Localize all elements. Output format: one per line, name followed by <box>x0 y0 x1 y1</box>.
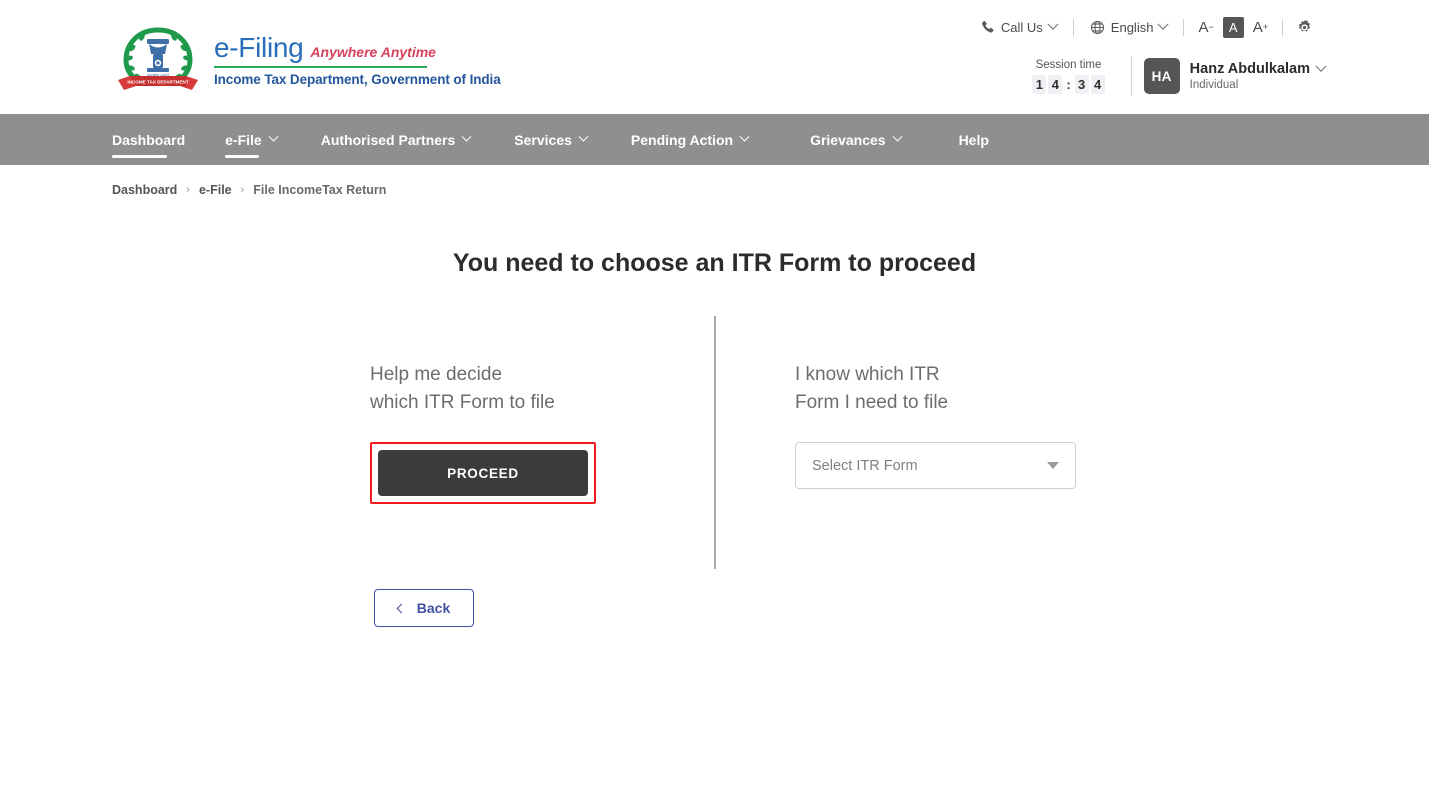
session-time-value: 1 4 : 3 4 <box>1032 74 1105 94</box>
font-normal-label: A <box>1228 19 1238 35</box>
svg-text:INCOME TAX DEPARTMENT: INCOME TAX DEPARTMENT <box>127 80 189 85</box>
chevron-down-icon <box>1047 462 1059 469</box>
itr-choice-section: Help me decide which ITR Form to file PR… <box>0 316 1429 571</box>
language-label: English <box>1110 19 1154 35</box>
breadcrumb: Dashboard › e-File › File IncomeTax Retu… <box>0 165 1429 197</box>
chevron-down-icon <box>578 131 589 142</box>
gear-icon <box>1296 19 1313 36</box>
call-us-label: Call Us <box>1000 19 1043 35</box>
site-logo[interactable]: सत्यमेव जयते INCOME TAX DEPARTMENT e-Fil… <box>112 22 501 94</box>
logo-wordmark: e-Filing Anywhere Anytime Income Tax Dep… <box>214 30 501 87</box>
session-time-label: Session time <box>1035 58 1102 71</box>
chevron-down-icon <box>1157 18 1170 30</box>
breadcrumb-separator: › <box>186 184 190 196</box>
footer-actions: Back <box>0 589 1429 627</box>
nav-label: e-File <box>225 131 262 148</box>
font-increase-label: A <box>1252 18 1263 36</box>
utility-divider <box>1072 18 1074 36</box>
font-normal-button[interactable]: A <box>1222 16 1244 38</box>
user-name: Hanz Abdulkalam <box>1189 61 1310 77</box>
nav-item-dashboard[interactable]: Dashboard <box>112 114 185 165</box>
utility-divider <box>1183 18 1185 36</box>
income-tax-department-emblem-icon: सत्यमेव जयते INCOME TAX DEPARTMENT <box>112 22 204 94</box>
breadcrumb-item-current: File IncomeTax Return <box>253 183 387 197</box>
chevron-down-icon <box>461 131 472 142</box>
chevron-down-icon <box>268 131 279 142</box>
nav-label: Pending Action <box>630 131 734 148</box>
nav-item-authorised-partners[interactable]: Authorised Partners <box>320 114 472 165</box>
know-my-itr-panel: I know which ITR Form I need to file Sel… <box>795 361 1076 489</box>
nav-item-e-file[interactable]: e-File <box>225 114 279 165</box>
chevron-down-icon <box>1047 18 1059 30</box>
page-header: सत्यमेव जयते INCOME TAX DEPARTMENT e-Fil… <box>0 0 1429 114</box>
header-utility-bar: Call Us English A − A A + <box>970 15 1321 39</box>
session-second-digit-1: 3 <box>1074 74 1089 94</box>
main-navigation: Dashboard e-File Authorised Partners Ser… <box>0 114 1429 165</box>
session-timer: Session time 1 4 : 3 4 <box>1032 59 1118 94</box>
breadcrumb-item-dashboard[interactable]: Dashboard <box>112 183 177 197</box>
help-me-decide-label: Help me decide which ITR Form to file <box>370 364 555 413</box>
font-increase-button[interactable]: A + <box>1244 19 1277 36</box>
header-session-user: Session time 1 4 : 3 4 HA Hanz Abdulkala… <box>1032 52 1327 100</box>
phone-icon <box>981 20 995 34</box>
call-us-menu[interactable]: Call Us <box>970 15 1068 39</box>
nav-item-help[interactable]: Help <box>959 114 989 165</box>
session-minute-digit-1: 1 <box>1032 74 1047 94</box>
nav-label: Help <box>958 131 989 148</box>
language-menu[interactable]: English <box>1079 15 1179 39</box>
brand-name: e-Filing <box>214 31 304 63</box>
font-decrease-label: A <box>1198 18 1209 36</box>
back-button[interactable]: Back <box>374 589 474 627</box>
chevron-down-icon <box>892 131 903 142</box>
proceed-button[interactable]: PROCEED <box>378 450 588 496</box>
nav-label: Services <box>514 131 572 148</box>
proceed-highlight-box: PROCEED <box>370 442 596 504</box>
nav-item-grievances[interactable]: Grievances <box>810 114 903 165</box>
header-divider <box>1130 56 1132 96</box>
utility-divider <box>1282 18 1283 36</box>
nav-label: Grievances <box>810 131 886 148</box>
chevron-down-icon <box>739 131 750 142</box>
nav-item-pending-action[interactable]: Pending Action <box>630 114 750 165</box>
brand-tagline: Anywhere Anytime <box>310 43 436 60</box>
session-colon: : <box>1066 76 1071 92</box>
nav-label: Authorised Partners <box>320 131 456 148</box>
help-me-decide-panel: Help me decide which ITR Form to file PR… <box>370 361 596 504</box>
nav-label: Dashboard <box>112 131 186 148</box>
logo-divider <box>214 65 427 68</box>
settings-button[interactable] <box>1288 15 1321 39</box>
vertical-divider <box>714 316 716 569</box>
itr-form-select[interactable]: Select ITR Form <box>795 442 1076 489</box>
globe-icon <box>1090 20 1105 35</box>
chevron-left-icon <box>396 603 407 613</box>
font-decrease-button[interactable]: A − <box>1189 19 1222 36</box>
breadcrumb-separator: › <box>240 184 245 196</box>
department-name: Income Tax Department, Government of Ind… <box>214 71 501 87</box>
back-button-label: Back <box>416 600 451 616</box>
nav-item-services[interactable]: Services <box>514 114 589 165</box>
itr-form-select-value: Select ITR Form <box>812 457 918 474</box>
user-name-row: Hanz Abdulkalam <box>1189 60 1327 77</box>
breadcrumb-item-e-file[interactable]: e-File <box>199 183 232 197</box>
session-minute-digit-2: 4 <box>1048 74 1063 94</box>
page-title: You need to choose an ITR Form to procee… <box>452 249 977 277</box>
chevron-down-icon <box>1315 60 1327 72</box>
user-role: Individual <box>1189 79 1239 91</box>
know-my-itr-label: I know which ITR Form I need to file <box>795 364 949 413</box>
user-menu[interactable]: HA Hanz Abdulkalam Individual <box>1143 58 1327 94</box>
avatar: HA <box>1143 58 1180 94</box>
session-second-digit-2: 4 <box>1090 74 1105 94</box>
